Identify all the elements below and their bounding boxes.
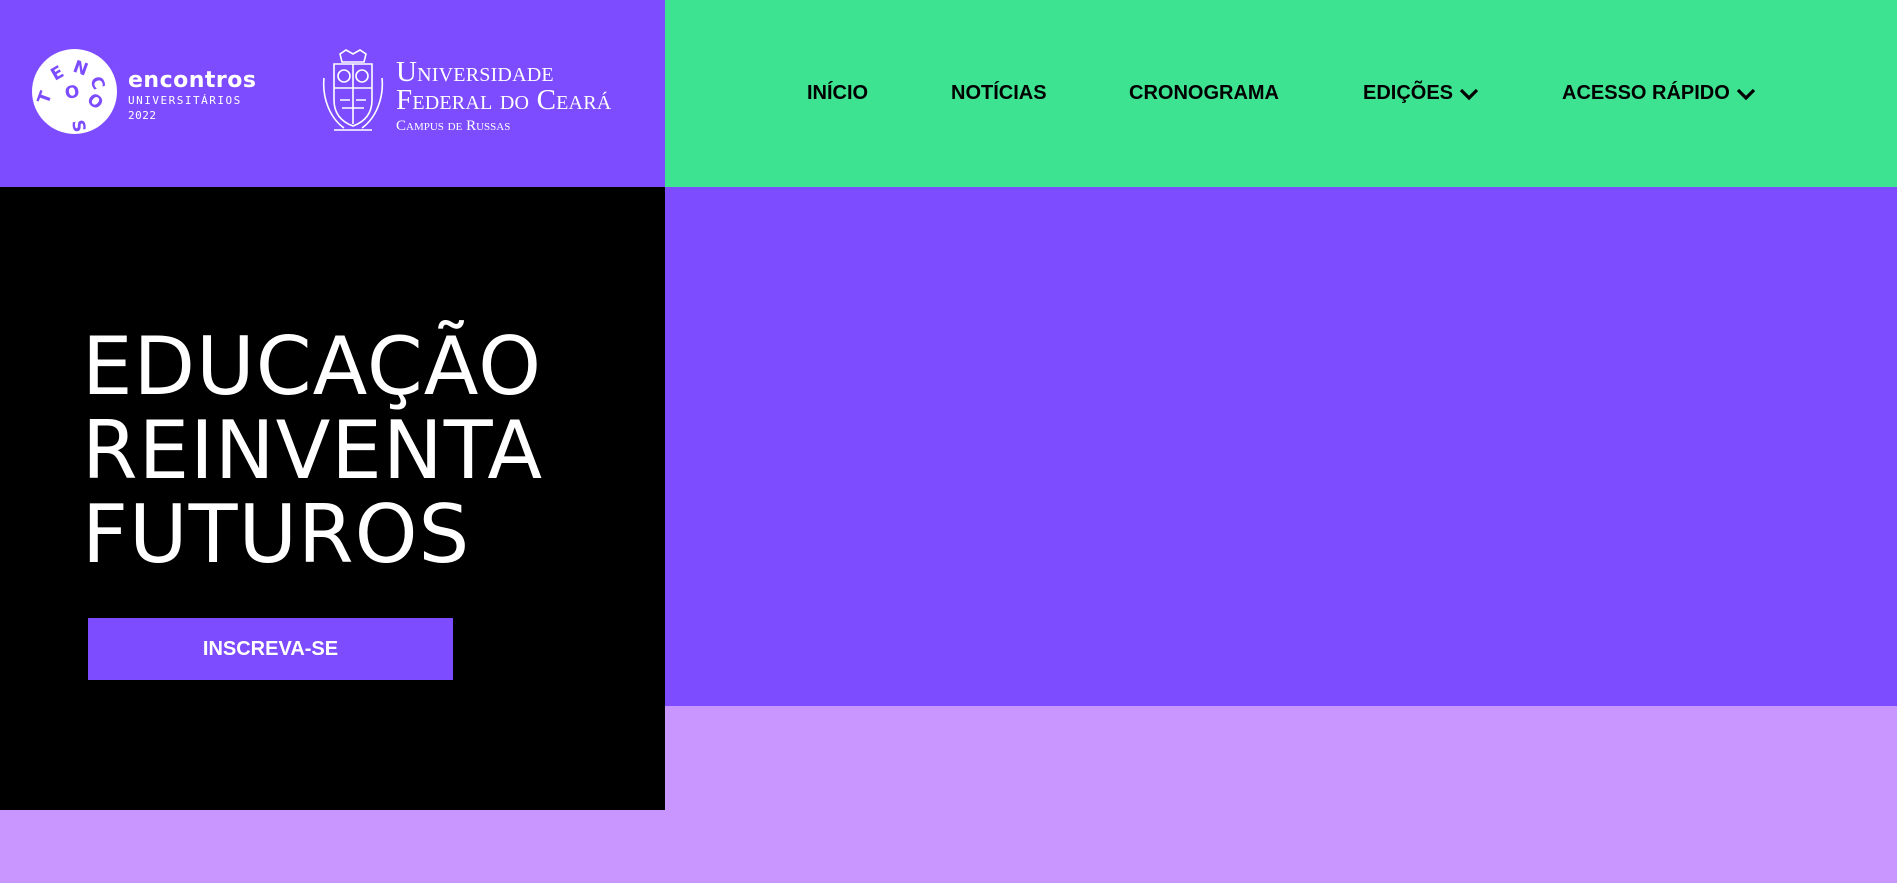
- nav-item-acesso-rapido[interactable]: ACESSO RÁPIDO: [1562, 82, 1756, 105]
- svg-text:T: T: [34, 89, 57, 107]
- ufc-name-line1: Universidade: [396, 56, 554, 88]
- chevron-down-icon: [1736, 88, 1755, 100]
- nav-item-noticias[interactable]: NOTÍCIAS: [951, 82, 1047, 105]
- nav-item-inicio[interactable]: INÍCIO: [807, 82, 868, 105]
- ufc-crest-icon[interactable]: [320, 48, 386, 134]
- page: E N C T O O S encontros UNIVERSITÁRIOS 2…: [0, 0, 1897, 883]
- nav-item-cronograma[interactable]: CRONOGRAMA: [1129, 82, 1279, 105]
- svg-text:O: O: [63, 82, 81, 104]
- encontros-subtitle: UNIVERSITÁRIOS: [128, 94, 242, 107]
- hero-title-line-1: EDUCAÇÃO: [82, 320, 543, 413]
- nav-item-edicoes[interactable]: EDIÇÕES: [1363, 82, 1479, 105]
- nav-item-label: ACESSO RÁPIDO: [1562, 82, 1730, 104]
- hero-media-area: [665, 187, 1897, 706]
- encontros-logo-icon[interactable]: E N C T O O S: [32, 49, 117, 134]
- svg-text:S: S: [67, 118, 89, 134]
- hero-title-line-2: REINVENTA: [82, 404, 544, 497]
- ufc-campus: Campus de Russas: [396, 118, 511, 134]
- nav-item-label: INÍCIO: [807, 82, 869, 104]
- svg-text:E: E: [48, 62, 68, 85]
- nav-item-label: NOTÍCIAS: [951, 82, 1047, 104]
- svg-text:N: N: [70, 57, 90, 81]
- brand-panel: E N C T O O S encontros UNIVERSITÁRIOS 2…: [0, 0, 665, 187]
- encontros-year: 2022: [128, 109, 157, 122]
- main-nav: INÍCIO NOTÍCIAS CRONOGRAMA EDIÇÕES ACESS…: [665, 0, 1897, 187]
- hero-title-line-3: FUTUROS: [82, 488, 471, 581]
- ufc-name-line2: Federal do Ceará: [396, 84, 612, 116]
- encontros-wordmark: encontros UNIVERSITÁRIOS 2022: [128, 70, 256, 123]
- inscreva-se-button[interactable]: INSCREVA-SE: [88, 618, 453, 680]
- ufc-wordmark: Universidade Federal do Ceará Campus de …: [396, 58, 611, 136]
- chevron-down-icon: [1459, 88, 1479, 100]
- nav-item-label: CRONOGRAMA: [1129, 82, 1279, 104]
- encontros-title: encontros: [128, 68, 257, 93]
- hero-title: EDUCAÇÃO REINVENTA FUTUROS: [82, 325, 543, 577]
- nav-item-label: EDIÇÕES: [1363, 82, 1454, 104]
- svg-text:O: O: [83, 90, 107, 115]
